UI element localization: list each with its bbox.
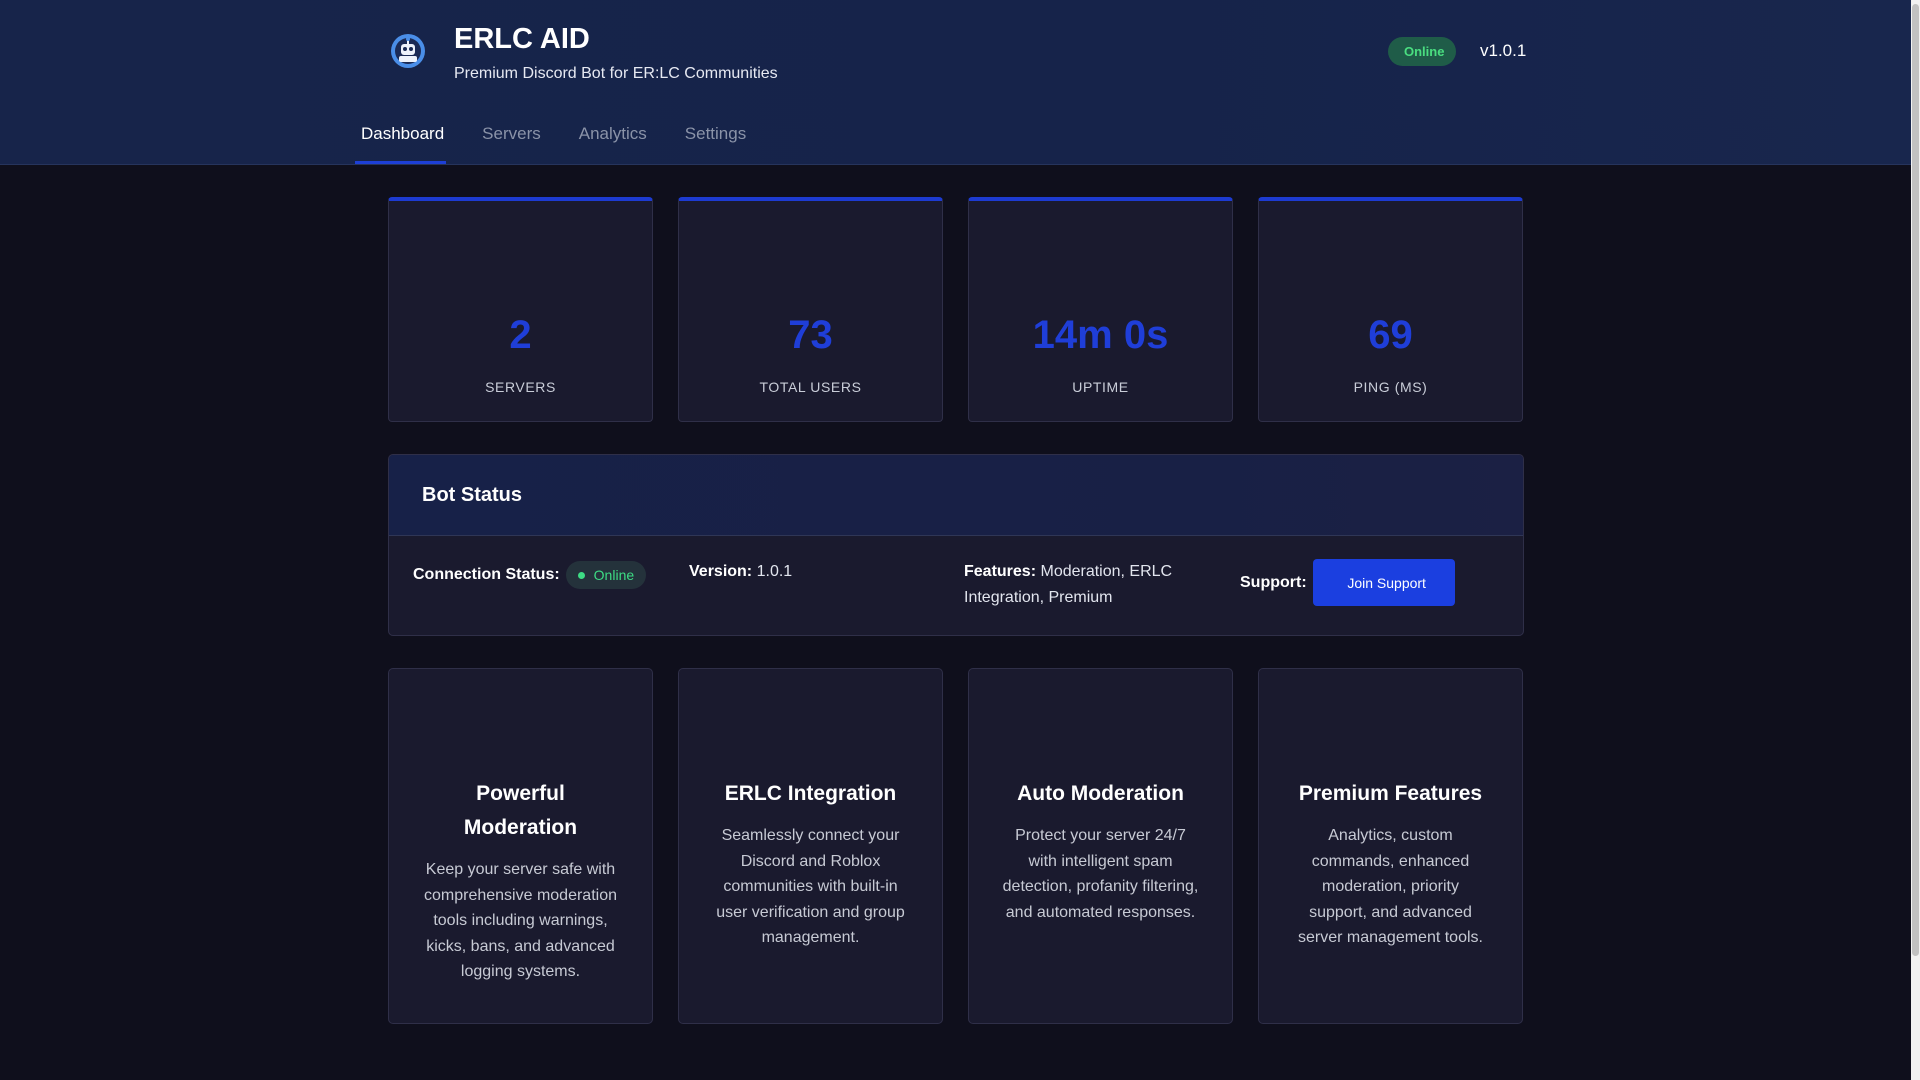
connection-status-badge: Online [565, 561, 647, 589]
app-title: ERLC AID [454, 23, 590, 55]
gamepad-icon [711, 711, 910, 757]
feature-title: Auto Moderation [1017, 782, 1184, 805]
feature-title: ERLC Integration [724, 782, 897, 805]
feature-title: Powerful Moderation [463, 782, 578, 839]
feature-title: Premium Features [1298, 782, 1483, 805]
version-label: v1.0.1 [1480, 41, 1527, 60]
app-header: ERLC AID Premium Discord Bot for ER:LC C… [0, 0, 1911, 165]
robot-avatar-icon [388, 31, 428, 71]
stat-label-servers: SERVERS [485, 379, 556, 395]
support-field-label: Support: [1240, 573, 1307, 591]
version-field: Version: 1.0.1 [689, 559, 792, 585]
join-support-label: Join Support [1347, 574, 1426, 591]
robot-icon [1001, 711, 1200, 757]
support-field: Support: Join Support [1240, 559, 1455, 606]
tab-analytics-label: Analytics [578, 124, 647, 143]
stat-label-total-users: TOTAL USERS [759, 379, 862, 395]
star-icon [1291, 711, 1490, 757]
feature-card-auto-moderation: Auto Moderation Protect your server 24/7… [968, 668, 1233, 1024]
bot-status-title: Bot Status [422, 483, 522, 506]
scrollbar-thumb[interactable] [1912, 4, 1919, 956]
version-field-label: Version: [689, 563, 753, 580]
features-field-label: Features: [964, 563, 1037, 580]
stat-label-uptime: UPTIME [1072, 379, 1129, 395]
tab-servers-label: Servers [482, 124, 541, 143]
tab-analytics[interactable]: Analytics [573, 112, 649, 164]
tab-settings-label: Settings [684, 124, 747, 143]
stat-card-total-users: 73 TOTAL USERS [678, 197, 943, 422]
stat-card-ping: 69 PING (MS) [1258, 197, 1523, 422]
feature-card-erlc-integration: ERLC Integration Seamlessly connect your… [678, 668, 943, 1024]
tab-servers[interactable]: Servers [476, 112, 543, 164]
shield-icon [421, 711, 620, 757]
bot-status-panel: Bot Status Connection Status: Online Ver… [388, 454, 1524, 636]
stat-card-servers: 2 SERVERS [388, 197, 653, 422]
tab-dashboard[interactable]: Dashboard [355, 112, 447, 164]
feature-description: Seamlessly connect your Discord and Robl… [716, 827, 905, 947]
version-field-value: 1.0.1 [756, 563, 793, 580]
feature-card-moderation: Powerful Moderation Keep your server saf… [388, 668, 653, 1024]
stat-value-uptime: 14m 0s [1032, 313, 1169, 357]
features-field: Features: Moderation, ERLC Integration, … [964, 559, 1194, 611]
connection-status-value: Online [593, 567, 635, 583]
tab-dashboard-label: Dashboard [361, 124, 445, 143]
stat-label-ping: PING (MS) [1353, 379, 1428, 395]
status-dot-icon [577, 571, 585, 579]
tab-settings[interactable]: Settings [679, 112, 748, 164]
feature-description: Protect your server 24/7 with intelligen… [1002, 827, 1199, 921]
bot-status-header: Bot Status [389, 455, 1523, 536]
stat-value-total-users: 73 [788, 313, 833, 357]
feature-card-premium: Premium Features Analytics, custom comma… [1258, 668, 1523, 1024]
stat-value-ping: 69 [1368, 313, 1413, 357]
main-nav: Dashboard Servers Analytics Settings [355, 112, 778, 164]
online-status-badge: Online [1388, 37, 1457, 66]
connection-status-field: Connection Status: Online [413, 561, 647, 589]
stat-card-uptime: 14m 0s UPTIME [968, 197, 1233, 422]
stat-value-servers: 2 [509, 313, 532, 357]
join-support-button[interactable]: Join Support [1312, 559, 1455, 606]
feature-description: Analytics, custom commands, enhanced mod… [1298, 827, 1483, 947]
online-status-text: Online [1404, 44, 1445, 59]
feature-description: Keep your server safe with comprehensive… [424, 861, 617, 981]
app-subtitle: Premium Discord Bot for ER:LC Communitie… [454, 65, 778, 82]
connection-status-label: Connection Status: [413, 566, 560, 583]
